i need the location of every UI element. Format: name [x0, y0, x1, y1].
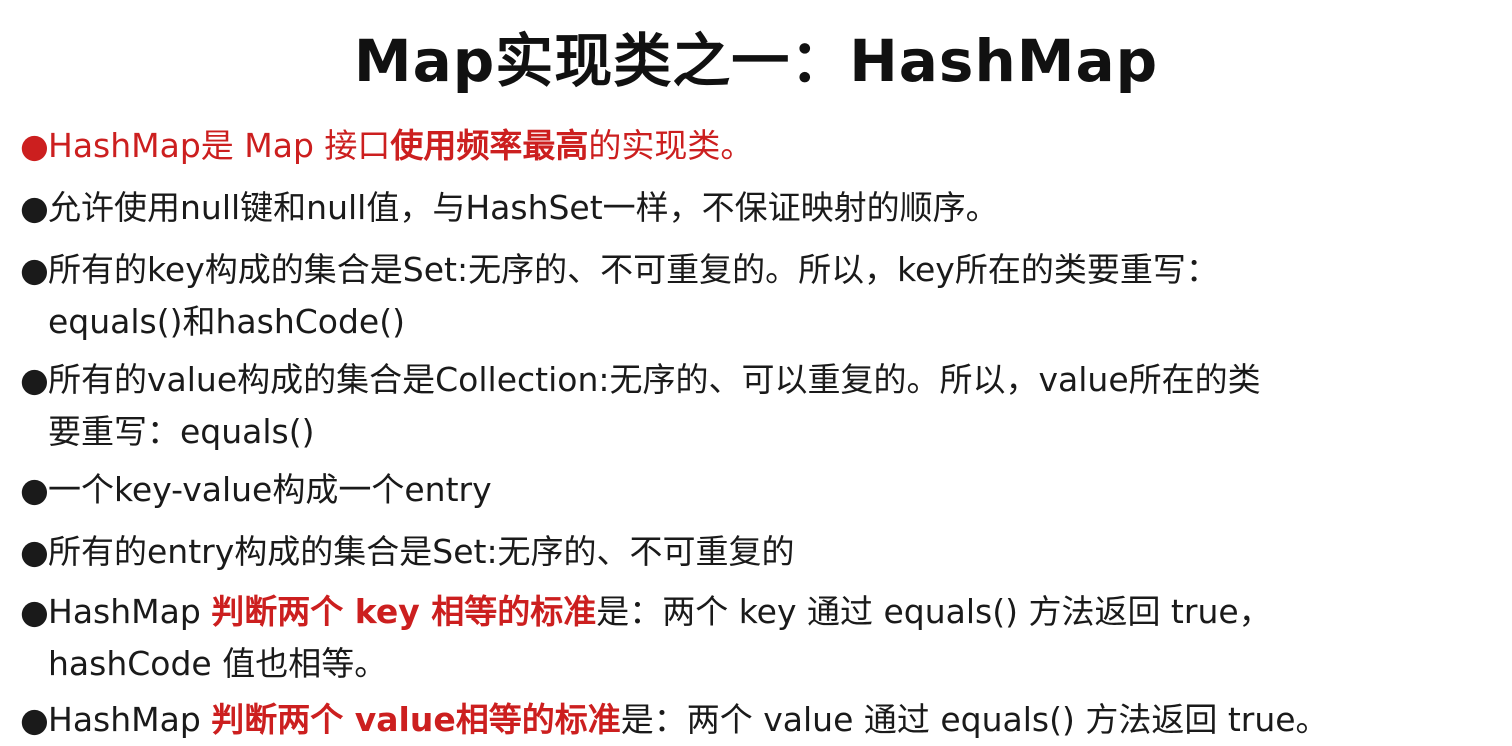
bullet-dot: ● [20, 126, 49, 165]
bullet-6: ●所有的entry构成的集合是Set:无序的、不可重复的 [20, 526, 795, 578]
bullet-1-text-b: 的实现类。 [588, 126, 754, 165]
bullet-3-line-1: 所有的key构成的集合是Set:无序的、不可重复的。所以，key所在的类要重写： [48, 250, 1219, 289]
bullet-dot: ● [20, 592, 49, 631]
bullet-dot: ● [20, 470, 49, 509]
bullet-dot: ● [20, 250, 49, 289]
bullet-8-emphasis: 判断两个 value相等的标准 [211, 700, 621, 739]
bullet-5: ●一个key-value构成一个entry [20, 464, 492, 516]
bullet-7: ●HashMap 判断两个 key 相等的标准是：两个 key 通过 equal… [20, 586, 1272, 690]
bullet-7-line-2: hashCode 值也相等。 [48, 644, 388, 683]
bullet-dot: ● [20, 188, 49, 227]
bullet-1-text-a: HashMap是 Map 接口 [48, 126, 391, 165]
bullet-8-text-b: 是：两个 value 通过 equals() 方法返回 true。 [620, 700, 1329, 739]
bullet-7-text-a: HashMap [48, 592, 212, 631]
bullet-4-line-1: 所有的value构成的集合是Collection:无序的、可以重复的。所以，va… [48, 360, 1261, 399]
bullet-4: ●所有的value构成的集合是Collection:无序的、可以重复的。所以，v… [20, 354, 1261, 458]
bullet-1-emphasis: 使用频率最高 [390, 126, 589, 165]
bullet-2: ●允许使用null键和null值，与HashSet一样，不保证映射的顺序。 [20, 182, 999, 234]
bullet-3-line-2: equals()和hashCode() [48, 302, 405, 341]
bullet-3: ●所有的key构成的集合是Set:无序的、不可重复的。所以，key所在的类要重写… [20, 244, 1219, 348]
bullet-dot: ● [20, 532, 49, 571]
bullet-7-text-b: 是：两个 key 通过 equals() 方法返回 true， [596, 592, 1272, 631]
bullet-4-line-2: 要重写：equals() [48, 412, 315, 451]
bullet-7-emphasis: 判断两个 key 相等的标准 [211, 592, 597, 631]
slide: Map实现类之一：HashMap ●HashMap是 Map 接口使用频率最高的… [0, 0, 1512, 746]
bullet-8: ●HashMap 判断两个 value相等的标准是：两个 value 通过 eq… [20, 694, 1329, 746]
bullet-2-text: 允许使用null键和null值，与HashSet一样，不保证映射的顺序。 [48, 188, 999, 227]
bullet-dot: ● [20, 700, 49, 739]
bullet-dot: ● [20, 360, 49, 399]
bullet-8-text-a: HashMap [48, 700, 212, 739]
bullet-6-text: 所有的entry构成的集合是Set:无序的、不可重复的 [48, 532, 795, 571]
bullet-5-text: 一个key-value构成一个entry [48, 470, 492, 509]
bullet-1: ●HashMap是 Map 接口使用频率最高的实现类。 [20, 120, 753, 172]
slide-title: Map实现类之一：HashMap [353, 27, 1159, 95]
